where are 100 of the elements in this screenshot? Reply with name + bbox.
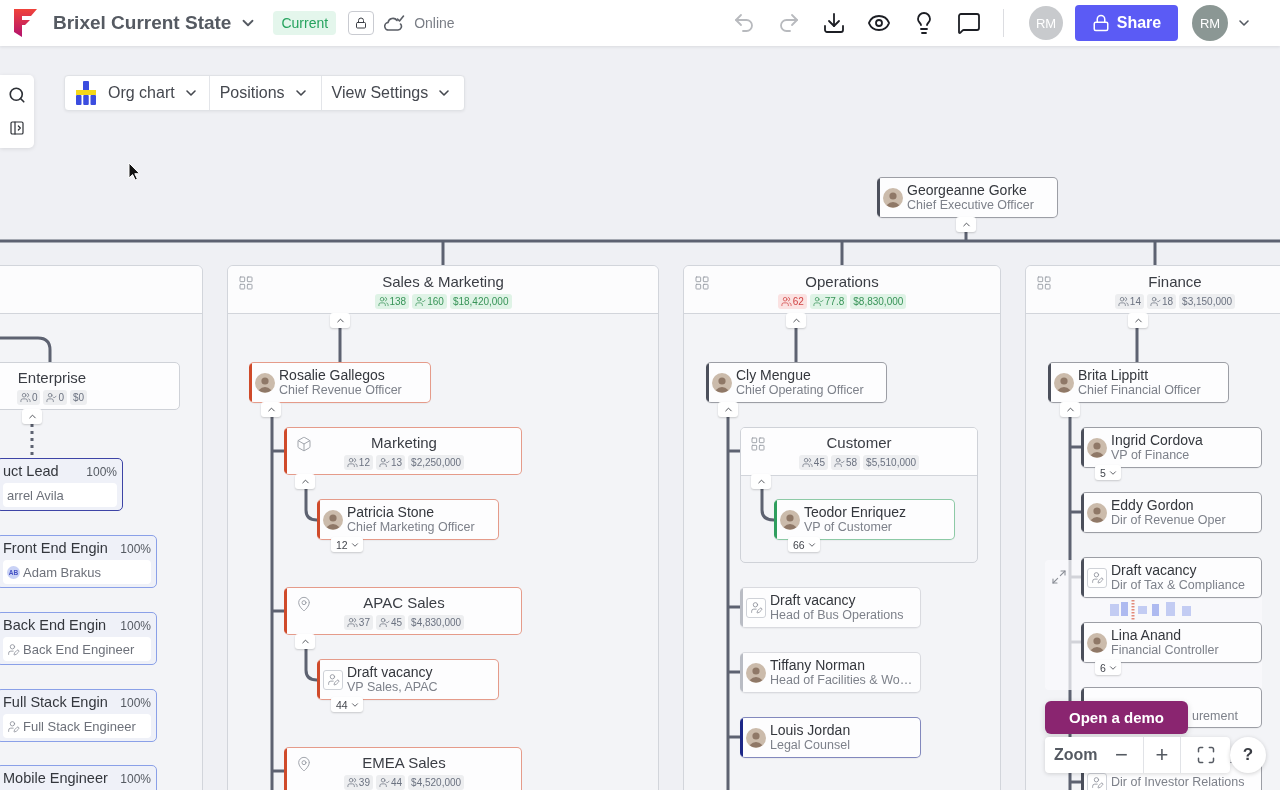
people-icon <box>346 457 358 468</box>
position-card[interactable]: uct Lead 100% arrel Avila <box>0 458 123 511</box>
fill-percentage: 100% <box>120 619 151 633</box>
job-title: VP of Finance <box>1111 448 1191 463</box>
job-title: Head of Bus Operations <box>770 608 904 623</box>
person-name: Brita Lippitt <box>1078 367 1150 383</box>
position-card[interactable]: Full Stack Engin 100% Full Stack Engineer <box>0 689 157 742</box>
collapse-button[interactable] <box>751 474 771 489</box>
collapse-button[interactable] <box>261 402 281 417</box>
collapse-button[interactable] <box>295 474 315 489</box>
view-menu[interactable]: Positions <box>208 76 321 110</box>
person-name: Draft vacancy <box>347 664 434 680</box>
person-card[interactable]: Rosalie Gallegos Chief Revenue Officer <box>249 362 431 403</box>
job-title: Financial Controller <box>1111 643 1219 658</box>
person-check-icon <box>378 777 390 788</box>
person-card[interactable]: Patricia Stone Chief Marketing Officer <box>317 499 499 540</box>
open-demo-button[interactable]: Open a demo <box>1045 701 1188 734</box>
logo-icon <box>12 8 38 38</box>
department-title: Sales & Marketing <box>382 273 504 291</box>
job-title: Chief Operating Officer <box>736 383 864 398</box>
person-card[interactable]: Brita Lippitt Chief Financial Officer <box>1048 362 1229 403</box>
lock-icon <box>355 17 368 29</box>
person-check-icon <box>378 457 390 468</box>
avatar-icon <box>746 727 766 748</box>
stat-value: 12 <box>358 456 370 470</box>
position-title: Mobile Engineer <box>3 769 108 787</box>
team-card[interactable]: APAC Sales 37 45 $4,830,000 <box>284 587 522 635</box>
person-card[interactable]: Ingrid Cordova VP of Finance <box>1081 427 1262 468</box>
person-card[interactable]: Cly Mengue Chief Operating Officer <box>706 362 887 403</box>
collapse-button[interactable] <box>295 634 315 649</box>
avatar-icon <box>1087 437 1107 458</box>
person-check-icon <box>415 296 427 307</box>
assignee-name: Full Stack Engineer <box>23 718 136 734</box>
expand-reports-button[interactable]: 44 <box>331 697 363 712</box>
budget-chip: $8,830,000 <box>850 294 907 309</box>
person-name: Rosalie Gallegos <box>279 367 386 383</box>
expand-reports-button[interactable]: 6 <box>1095 660 1121 675</box>
person-card[interactable]: Eddy Gordon Dir of Revenue Oper <box>1081 492 1262 533</box>
stat-value: 160 <box>427 295 444 309</box>
stat-value: 0 <box>31 391 38 405</box>
person-card[interactable]: Georgeanne Gorke Chief Executive Officer <box>877 177 1058 218</box>
vacancy-card[interactable]: Draft vacancy Head of Bus Operations <box>740 587 921 628</box>
avatar-icon <box>1054 372 1074 393</box>
collapse-button[interactable] <box>330 313 350 328</box>
collapse-button[interactable] <box>956 217 976 232</box>
person-card[interactable]: Louis Jordan Legal Counsel <box>740 717 921 758</box>
people-icon <box>19 392 31 403</box>
connector-line <box>1135 328 1139 362</box>
download-icon <box>821 11 846 35</box>
budget-chip: $4,830,000 <box>408 615 465 630</box>
expand-reports-button[interactable]: 12 <box>331 537 363 552</box>
position-card[interactable]: Mobile Engineer 100% <box>0 765 157 790</box>
person-name: Ingrid Cordova <box>1111 432 1203 448</box>
person-name: Cly Mengue <box>736 367 812 383</box>
grid-icon <box>238 275 254 291</box>
person-pen-icon <box>1087 567 1107 588</box>
budget-chip: $3,150,000 <box>1179 294 1236 309</box>
person-name: Patricia Stone <box>347 504 436 520</box>
document-title-button[interactable]: Brixel Current State <box>53 12 258 34</box>
job-title: urement <box>1192 709 1238 724</box>
fill-percentage: 100% <box>120 772 151 786</box>
person-card[interactable]: Teodor Enriquez VP of Customer <box>774 499 955 540</box>
person-name: Eddy Gordon <box>1111 497 1195 513</box>
collapse-button[interactable] <box>718 402 738 417</box>
collapse-button[interactable] <box>1060 402 1080 417</box>
budget-chip: $5,510,000 <box>863 455 920 470</box>
stat-value: 62 <box>792 295 804 309</box>
share-button[interactable]: Share <box>1075 5 1178 41</box>
position-card[interactable]: Back End Engin 100% Back End Engineer <box>0 612 157 665</box>
collapse-button[interactable] <box>1128 313 1148 328</box>
expand-reports-button[interactable]: 5 <box>1095 465 1121 480</box>
stat-value: 37 <box>358 616 370 630</box>
lock-button[interactable] <box>348 11 375 35</box>
job-title: Chief Financial Officer <box>1078 383 1201 398</box>
job-title: Dir of Investor Relations <box>1111 775 1245 790</box>
avatar-icon <box>323 509 343 530</box>
vacancy-card[interactable]: Draft vacancy Dir of Tax & Compliance <box>1081 557 1262 598</box>
person-pen-icon <box>323 669 343 690</box>
team-card[interactable]: Enterprise 0 0 $0 <box>0 362 180 410</box>
person-check-icon <box>46 392 58 403</box>
expand-reports-button[interactable]: 66 <box>788 537 820 552</box>
zoom-in-button[interactable]: + <box>1143 737 1180 773</box>
person-card[interactable]: Lina Anand Financial Controller <box>1081 622 1262 663</box>
connector-line <box>760 489 775 522</box>
stat-value: 138 <box>389 295 407 309</box>
team-card[interactable]: Marketing 12 13 $2,250,000 <box>284 427 522 475</box>
person-check-icon <box>812 296 824 307</box>
vacancy-card[interactable]: Draft vacancy VP Sales, APAC <box>317 659 499 700</box>
job-title: Dir of Revenue Oper <box>1111 513 1226 528</box>
person-pen-icon <box>746 597 766 618</box>
expand-icon[interactable] <box>1051 569 1067 585</box>
job-title: Dir of Tax & Compliance <box>1111 578 1245 593</box>
view-menu[interactable]: View Settings <box>320 76 465 110</box>
chart-type-menu[interactable]: Org chart <box>65 76 209 110</box>
person-card[interactable]: Tiffany Norman Head of Facilities & Wo… <box>740 652 921 693</box>
person-pen-icon <box>7 642 20 656</box>
collapse-button[interactable] <box>22 409 42 424</box>
team-card[interactable]: EMEA Sales 39 44 $4,520,000 <box>284 747 522 790</box>
collapse-button[interactable] <box>786 313 806 328</box>
people-icon <box>377 296 389 307</box>
